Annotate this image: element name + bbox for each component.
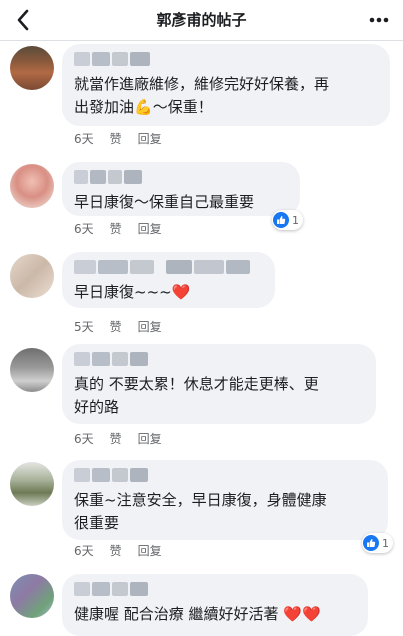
timestamp: 6天 [74,132,94,146]
author-name-redacted[interactable] [74,170,288,186]
thumbs-up-icon [363,535,379,551]
timestamp: 6天 [74,432,94,446]
reply-button[interactable]: 回复 [138,318,162,335]
comment-meta: 6天 赞 回复 [74,430,162,447]
comment-meta: 6天 赞 回复 [74,130,162,147]
flexed-biceps-emoji: 💪 [134,98,153,116]
avatar[interactable] [10,348,54,392]
comment-text: 健康喔 配合治療 繼續好好活著 ❤️❤️ [74,605,321,623]
reply-button[interactable]: 回复 [138,542,162,559]
reply-button[interactable]: 回复 [138,130,162,147]
avatar[interactable] [10,164,54,208]
comment-bubble: 保重~注意安全，早日康復，身體健康 很重要 [62,460,388,540]
author-name-redacted[interactable] [74,260,263,276]
comment-text: 早日康復~~~❤️ [74,283,191,301]
top-bar: 郭彥甫的帖子 [0,0,403,41]
comment-text: 保重~注意安全，早日康復，身體健康 很重要 [74,491,327,532]
ellipsis-icon [369,17,389,23]
comment-text: 真的 不要太累！休息才能走更棒、更 好的路 [74,375,319,416]
timestamp: 6天 [74,222,94,236]
author-name-redacted[interactable] [74,468,376,484]
red-heart-emoji: ❤️❤️ [283,605,321,623]
like-button[interactable]: 赞 [110,542,122,559]
like-button[interactable]: 赞 [110,130,122,147]
reaction-count-value: 1 [382,536,389,550]
reaction-count[interactable]: 1 [362,533,393,553]
avatar[interactable] [10,254,54,298]
thumbs-up-icon [273,212,289,228]
comment-meta: 6天 赞 回复 [74,220,162,237]
red-heart-emoji: ❤️ [171,283,191,301]
avatar[interactable] [10,462,54,506]
author-name-redacted[interactable] [74,52,378,68]
like-button[interactable]: 赞 [110,430,122,447]
comment-meta: 6天 赞 回复 [74,542,162,559]
author-name-redacted[interactable] [74,352,364,368]
reaction-count-value: 1 [292,213,299,227]
comment-bubble: 真的 不要太累！休息才能走更棒、更 好的路 [62,344,376,424]
page-title: 郭彥甫的帖子 [156,11,247,29]
timestamp: 6天 [74,544,94,558]
comment-meta: 5天 赞 回复 [74,318,162,335]
reply-button[interactable]: 回复 [138,220,162,237]
more-options-button[interactable] [363,4,395,36]
comment-bubble: 健康喔 配合治療 繼續好好活著 ❤️❤️ [62,574,368,636]
timestamp: 5天 [74,320,94,334]
reply-button[interactable]: 回复 [138,430,162,447]
author-name-redacted[interactable] [74,582,356,598]
comment-text: 就當作進廠維修，維修完好好保養，再 出發加油💪～保重！ [74,75,330,116]
avatar[interactable] [10,574,54,618]
comment-text: 早日康復～保重自己最重要 [74,193,255,211]
comment-bubble: 早日康復~~~❤️ [62,252,275,308]
comment-bubble: 早日康復～保重自己最重要 [62,162,300,216]
like-button[interactable]: 赞 [110,318,122,335]
like-button[interactable]: 赞 [110,220,122,237]
avatar[interactable] [10,46,54,90]
reaction-count[interactable]: 1 [272,210,303,230]
comment-bubble: 就當作進廠維修，維修完好好保養，再 出發加油💪～保重！ [62,44,390,126]
